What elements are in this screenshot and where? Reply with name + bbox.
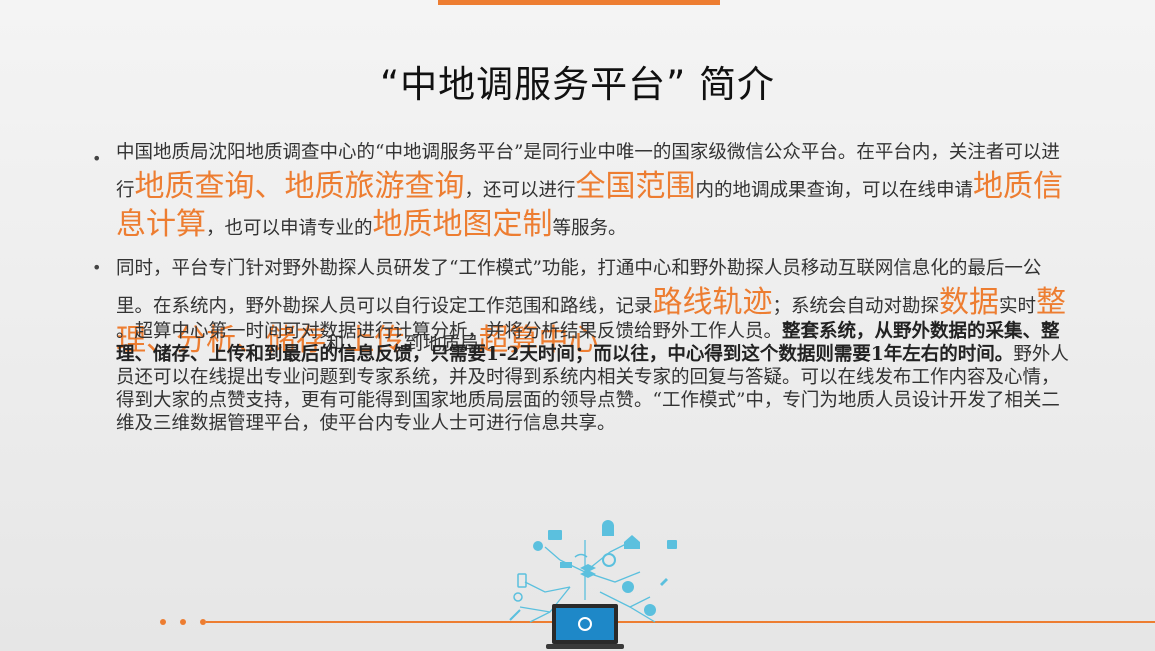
highlight-text: 地质查询、地质旅游查询	[134, 169, 465, 204]
gear-icon	[622, 581, 634, 593]
battery-icon	[560, 562, 572, 568]
search-icon	[513, 592, 523, 602]
target-icon	[602, 553, 616, 567]
text: 。超算中心第一时间可对数据进行计算分析，并将分析结果反馈给野外工作人员。	[116, 321, 783, 342]
highlight-text: 全国范围	[575, 169, 696, 204]
decor-dot	[180, 619, 186, 625]
highlight-text: 数据	[939, 285, 1000, 320]
text: ，也可以申请专业的	[206, 218, 373, 239]
wrench-icon	[509, 609, 521, 621]
text: 内的地调成果查询，可以在线申请	[695, 180, 974, 201]
text: ，还可以进行	[464, 180, 576, 201]
bottom-accent-line	[206, 621, 1155, 623]
mail-icon	[548, 530, 562, 540]
phone-icon	[517, 573, 527, 588]
highlight-text: 地质地图定制	[372, 207, 553, 242]
top-accent-bar	[438, 0, 720, 5]
pencil-icon	[660, 578, 668, 586]
laptop-icon	[546, 604, 624, 649]
bullet-dot-icon: •	[92, 149, 102, 168]
home-icon	[624, 535, 640, 549]
decor-dot	[160, 619, 166, 625]
bulb-icon	[533, 541, 543, 551]
page-title: “中地调服务平台” 简介	[379, 63, 776, 106]
bullet-dot-icon: •	[92, 258, 102, 277]
lock-icon	[667, 540, 677, 549]
chat-icon	[644, 604, 656, 616]
highlight-text: 路线轨迹	[652, 285, 773, 320]
tech-network-illustration	[509, 520, 677, 649]
bullet-item-1: • 中国地质局沈阳地质调查中心的“中地调服务平台”是同行业中唯一的国家级微信公众…	[92, 136, 1077, 246]
text: 实时	[999, 296, 1037, 317]
bullet2-continuation: 。超算中心第一时间可对数据进行计算分析，并将分析结果反馈给野外工作人员。整套系统…	[116, 320, 1077, 435]
text: 等服务。	[552, 218, 627, 239]
text: ；系统会自动对勘探	[772, 296, 940, 317]
